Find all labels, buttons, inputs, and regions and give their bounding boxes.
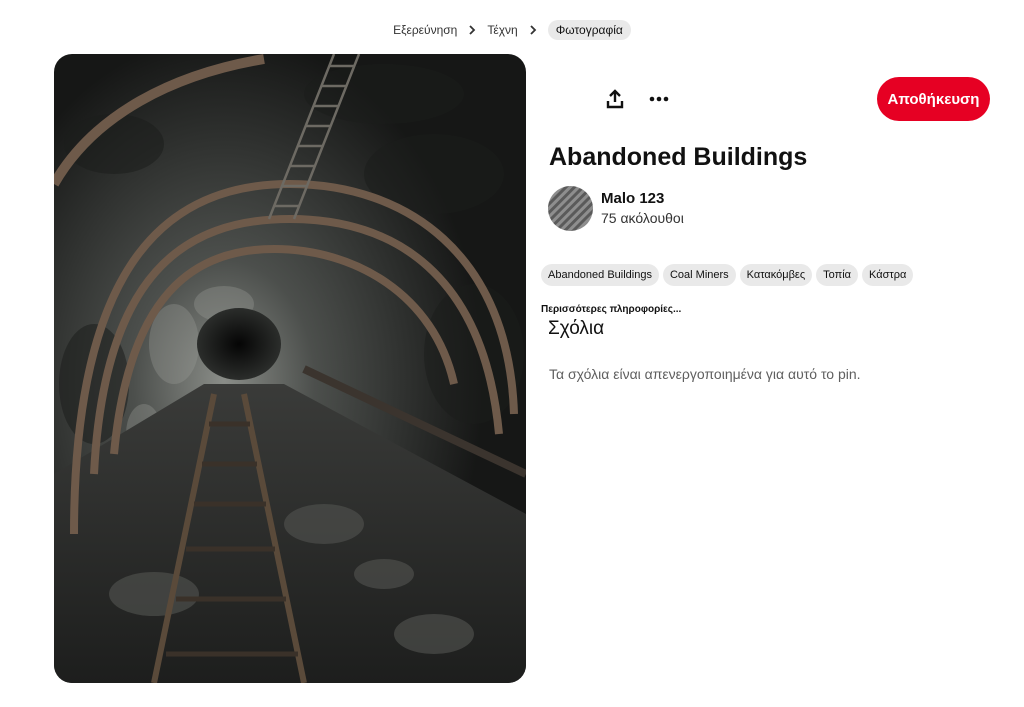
- breadcrumb: Εξερεύνηση Τέχνη Φωτογραφία: [0, 20, 1024, 40]
- breadcrumb-photography[interactable]: Φωτογραφία: [547, 20, 631, 40]
- pin-image[interactable]: [54, 54, 526, 683]
- share-icon: [606, 89, 624, 109]
- comments-heading: Σχόλια: [548, 318, 605, 339]
- creator-name[interactable]: Malo 123: [601, 190, 664, 207]
- breadcrumb-explore[interactable]: Εξερεύνηση: [393, 23, 457, 37]
- more-options-icon: [649, 96, 669, 102]
- more-info-link[interactable]: Περισσότερες πληροφορίες...: [541, 304, 681, 315]
- tag-list: Abandoned Buildings Coal Miners Κατακόμβ…: [541, 264, 914, 286]
- tag-coal-miners[interactable]: Coal Miners: [662, 264, 736, 286]
- breadcrumb-art[interactable]: Τέχνη: [487, 23, 517, 37]
- tag-abandoned-buildings[interactable]: Abandoned Buildings: [541, 264, 659, 286]
- pin-title: Abandoned Buildings: [549, 143, 808, 171]
- creator-followers: 75 ακόλουθοι: [601, 210, 684, 226]
- avatar-image: [548, 186, 593, 231]
- tag-castles[interactable]: Κάστρα: [862, 264, 914, 286]
- more-options-button[interactable]: [642, 82, 676, 116]
- mine-tunnel-photo: [54, 54, 526, 683]
- tag-catacombs[interactable]: Κατακόμβες: [739, 264, 813, 286]
- chevron-right-icon: [530, 25, 536, 35]
- tag-landscapes[interactable]: Τοπία: [816, 264, 859, 286]
- comments-disabled-message: Τα σχόλια είναι απενεργοποιημένα για αυτ…: [549, 366, 861, 382]
- chevron-right-icon: [469, 25, 476, 35]
- save-button[interactable]: Αποθήκευση: [877, 77, 990, 121]
- share-button[interactable]: [598, 82, 632, 116]
- avatar[interactable]: [548, 186, 593, 231]
